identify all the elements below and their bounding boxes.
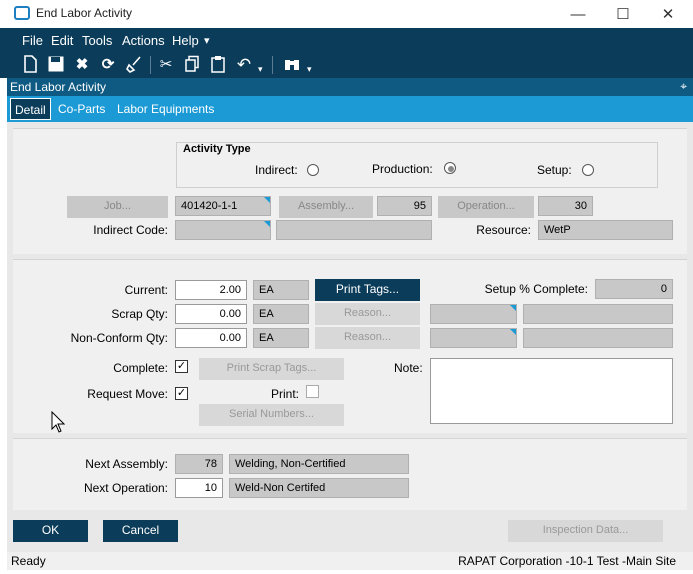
nonconform-uom-field: EA	[253, 328, 309, 348]
resource-field[interactable]: WetP	[538, 220, 673, 240]
nonconform-reason-description	[523, 328, 673, 348]
status-bar: Ready RAPAT Corporation -10-1 Test -Main…	[7, 552, 693, 570]
setup-complete-field: 0	[595, 279, 673, 299]
toolbar-separator	[150, 56, 151, 74]
nonconform-reason-code-field[interactable]	[430, 328, 517, 348]
panel-header: End Labor Activity ⌖	[7, 78, 693, 96]
activity-type-legend: Activity Type	[183, 143, 251, 155]
company-site-text: RAPAT Corporation -10-1 Test -Main Site	[458, 554, 676, 568]
undo-dropdown-icon[interactable]: ▾	[258, 64, 263, 75]
assembly-button[interactable]: Assembly...	[279, 196, 373, 218]
indirect-radio[interactable]	[307, 164, 319, 176]
menu-edit[interactable]: Edit	[51, 33, 73, 48]
request-move-label: Request Move:	[87, 387, 168, 401]
find-dropdown-icon[interactable]: ▾	[307, 64, 312, 75]
window-title: End Labor Activity	[36, 6, 133, 20]
next-assembly-field: 78	[175, 454, 223, 474]
refresh-icon[interactable]: ⟳	[98, 55, 118, 75]
job-field[interactable]: 401420-1-1	[175, 196, 271, 216]
close-button[interactable]: ✕	[645, 0, 691, 28]
toolbar-separator	[272, 56, 273, 74]
next-operation-input[interactable]: 10	[175, 478, 223, 498]
complete-checkbox[interactable]: ✓	[175, 360, 188, 373]
window-titlebar: End Labor Activity — ☐ ✕	[0, 0, 693, 28]
menu-tools[interactable]: Tools	[82, 33, 112, 48]
status-text: Ready	[11, 554, 46, 568]
minimize-button[interactable]: —	[555, 0, 601, 28]
next-operation-label: Next Operation:	[83, 481, 168, 495]
resource-label: Resource:	[476, 223, 531, 237]
undo-icon[interactable]: ↶	[234, 55, 254, 75]
setup-complete-label: Setup % Complete:	[484, 282, 588, 296]
print-label: Print:	[271, 387, 300, 401]
nonconform-reason-button[interactable]: Reason...	[315, 327, 420, 349]
scrap-reason-description	[523, 304, 673, 324]
next-assembly-description: Welding, Non-Certified	[229, 454, 409, 474]
job-button[interactable]: Job...	[67, 196, 168, 218]
complete-label: Complete:	[113, 361, 168, 375]
production-label: Production:	[372, 162, 433, 176]
nonconform-qty-input[interactable]: 0.00	[175, 328, 247, 348]
help-dropdown-icon[interactable]: ▾	[204, 34, 210, 47]
menu-bar: File Edit Tools Actions Help ▾	[0, 28, 693, 52]
indirect-code-field[interactable]	[175, 220, 271, 240]
menu-file[interactable]: File	[22, 33, 43, 48]
indirect-code-label: Indirect Code:	[93, 223, 168, 237]
production-radio[interactable]	[444, 162, 456, 174]
app-icon	[14, 6, 30, 20]
copy-icon[interactable]	[182, 55, 202, 75]
save-icon[interactable]	[46, 55, 66, 75]
paste-icon[interactable]	[208, 55, 228, 75]
tab-co-parts[interactable]: Co-Parts	[54, 98, 109, 120]
indirect-code-description	[276, 220, 432, 240]
setup-label: Setup:	[537, 163, 572, 177]
scrap-reason-button[interactable]: Reason...	[315, 303, 420, 325]
scrap-qty-input[interactable]: 0.00	[175, 304, 247, 324]
clear-icon[interactable]	[124, 55, 144, 75]
tab-detail[interactable]: Detail	[10, 98, 51, 120]
print-tags-button[interactable]: Print Tags...	[315, 279, 420, 301]
current-qty-input[interactable]: 2.00	[175, 280, 247, 300]
current-uom-field: EA	[253, 280, 309, 300]
note-textarea[interactable]	[430, 358, 673, 424]
cut-icon[interactable]: ✂	[156, 55, 176, 75]
scrap-uom-field: EA	[253, 304, 309, 324]
next-operation-description: Weld-Non Certifed	[229, 478, 409, 498]
panel-title: End Labor Activity	[10, 80, 107, 94]
ok-button[interactable]: OK	[13, 520, 88, 542]
maximize-button[interactable]: ☐	[600, 0, 646, 28]
menu-help[interactable]: Help	[172, 33, 199, 48]
operation-field[interactable]: 30	[538, 196, 593, 216]
section-next	[13, 438, 687, 510]
scrap-qty-label: Scrap Qty:	[111, 307, 168, 321]
mouse-cursor-icon	[51, 411, 65, 433]
indirect-label: Indirect:	[255, 163, 298, 177]
nonconform-qty-label: Non-Conform Qty:	[70, 331, 168, 345]
current-label: Current:	[124, 283, 168, 297]
binoculars-icon[interactable]	[282, 55, 302, 75]
print-scrap-tags-button[interactable]: Print Scrap Tags...	[199, 358, 344, 380]
delete-icon[interactable]: ✖	[72, 55, 92, 75]
next-assembly-label: Next Assembly:	[85, 457, 168, 471]
serial-numbers-button[interactable]: Serial Numbers...	[199, 404, 344, 426]
request-move-checkbox[interactable]: ✓	[175, 387, 188, 400]
menu-actions[interactable]: Actions	[122, 33, 165, 48]
assembly-field[interactable]: 95	[377, 196, 432, 216]
note-label: Note:	[394, 361, 423, 375]
toolbar: ✖ ⟳ ✂ ↶ ▾ ▾	[0, 52, 693, 78]
scrap-reason-code-field[interactable]	[430, 304, 517, 324]
tab-bar: Detail Co-Parts Labor Equipments	[7, 96, 693, 122]
new-icon[interactable]	[20, 55, 40, 75]
inspection-data-button[interactable]: Inspection Data...	[508, 520, 663, 542]
setup-radio[interactable]	[582, 164, 594, 176]
cancel-button[interactable]: Cancel	[103, 520, 178, 542]
operation-button[interactable]: Operation...	[438, 196, 534, 218]
pin-icon[interactable]: ⌖	[680, 79, 687, 94]
print-checkbox[interactable]	[306, 385, 319, 398]
tab-labor-equipments[interactable]: Labor Equipments	[113, 98, 218, 120]
